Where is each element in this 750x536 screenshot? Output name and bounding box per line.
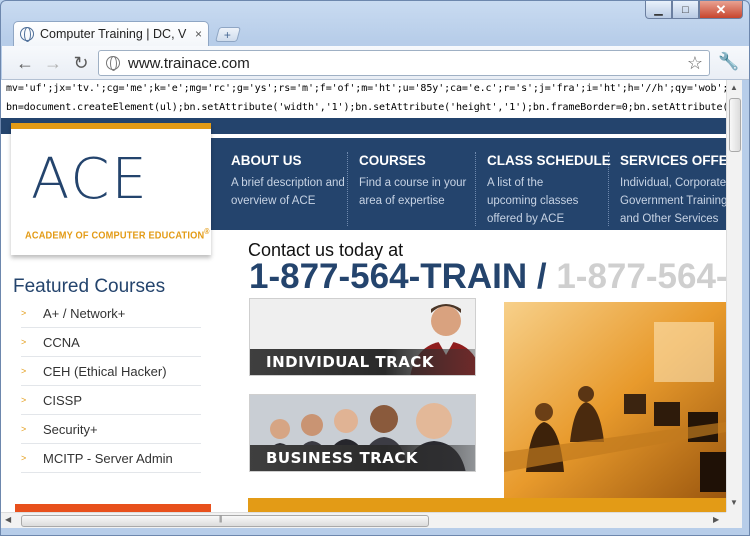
browser-toolbar: ← → ↻ www.trainace.com ☆ 🔧: [2, 46, 749, 80]
minimize-button[interactable]: ▁: [645, 1, 672, 19]
scroll-left-icon[interactable]: ◀: [5, 515, 11, 524]
nav-divider: [347, 152, 348, 226]
content-footer-bar: [248, 498, 726, 512]
page-viewport: mv='uf';jx='tv.';cg='me';k='e';mg='rc';g…: [1, 80, 726, 512]
back-arrow-icon: ←: [16, 52, 34, 73]
individual-track-label: INDIVIDUAL TRACK: [250, 349, 475, 375]
individual-track-banner[interactable]: INDIVIDUAL TRACK: [249, 298, 476, 376]
browser-tab[interactable]: Computer Training | DC, V ×: [13, 21, 209, 46]
maximize-button[interactable]: □: [672, 1, 699, 19]
bullet-arrow-icon: >: [21, 453, 27, 463]
nav-class-schedule-desc: A list of the upcoming classes offered b…: [487, 177, 579, 225]
classroom-image: [504, 302, 726, 500]
bullet-arrow-icon: >: [21, 366, 27, 376]
nav-class-schedule[interactable]: CLASS SCHEDULE A list of the upcoming cl…: [487, 153, 611, 228]
phone-alternate: 1-877-564-: [556, 257, 726, 296]
injected-code-line-2: bn=document.createElement(ul);bn.setAttr…: [6, 102, 726, 113]
vertical-scroll-thumb[interactable]: [729, 98, 741, 152]
tab-close-button[interactable]: ×: [195, 27, 202, 41]
featured-courses-list: > A+ / Network+ > CCNA > CEH (Ethical Hacke…: [21, 299, 201, 473]
featured-courses-heading: Featured Courses: [13, 276, 166, 297]
reload-icon: ↻: [73, 52, 89, 73]
logo-wordmark: ACE: [31, 147, 149, 212]
address-bar[interactable]: www.trainace.com ☆: [98, 50, 710, 76]
injected-code-line-1: mv='uf';jx='tv.';cg='me';k='e';mg='rc';g…: [6, 83, 726, 94]
back-button[interactable]: ←: [14, 52, 36, 74]
course-link[interactable]: MCITP - Server Admin: [43, 451, 173, 466]
nav-about-us-desc: A brief description and overview of ACE: [231, 177, 345, 207]
nav-courses-title[interactable]: COURSES: [359, 153, 484, 168]
nav-about-us-title[interactable]: ABOUT US: [231, 153, 356, 168]
course-link[interactable]: CCNA: [43, 335, 80, 350]
horizontal-scrollbar[interactable]: ◀ ||| ▶: [1, 512, 726, 528]
reload-button[interactable]: ↻: [70, 52, 92, 74]
course-link[interactable]: CEH (Ethical Hacker): [43, 364, 167, 379]
list-item[interactable]: > CISSP: [21, 386, 201, 415]
bullet-arrow-icon: >: [21, 337, 27, 347]
url-text: www.trainace.com: [128, 54, 250, 72]
business-track-banner[interactable]: BUSINESS TRACK: [249, 394, 476, 472]
nav-about-us[interactable]: ABOUT US A brief description and overvie…: [231, 153, 356, 210]
maximize-icon: □: [682, 3, 689, 16]
main-navigation: ABOUT US A brief description and overvie…: [211, 138, 726, 230]
nav-services-offered[interactable]: SERVICES OFFERED Individual, Corporate, …: [620, 153, 726, 228]
scroll-grip-icon: |||: [219, 516, 223, 523]
nav-services-title[interactable]: SERVICES OFFERED: [620, 153, 726, 168]
vertical-scrollbar[interactable]: ▲ ▼: [726, 80, 742, 512]
plus-icon: +: [224, 27, 232, 42]
globe-icon: [20, 27, 34, 42]
phone-number: 1-877-564-TRAIN / 1-877-564-: [249, 257, 726, 297]
nav-divider: [475, 152, 476, 226]
list-item[interactable]: > Security+: [21, 415, 201, 444]
course-link[interactable]: A+ / Network+: [43, 306, 125, 321]
scroll-right-icon[interactable]: ▶: [713, 515, 719, 524]
bullet-arrow-icon: >: [21, 395, 27, 405]
scroll-corner: [726, 512, 742, 528]
logo-tagline: ACADEMY OF COMPUTER EDUCATION®: [25, 227, 210, 242]
scroll-down-icon[interactable]: ▼: [730, 498, 738, 507]
window-controls: ▁ □ ✕: [645, 1, 743, 19]
list-item[interactable]: > CEH (Ethical Hacker): [21, 357, 201, 386]
list-item[interactable]: > A+ / Network+: [21, 299, 201, 328]
nav-class-schedule-title[interactable]: CLASS SCHEDULE: [487, 153, 611, 168]
course-link[interactable]: Security+: [43, 422, 98, 437]
phone-primary: 1-877-564-TRAIN: [249, 257, 528, 296]
nav-courses[interactable]: COURSES Find a course in your area of ex…: [359, 153, 484, 210]
sidebar-banner-edge: [15, 504, 211, 512]
nav-courses-desc: Find a course in your area of expertise: [359, 177, 467, 207]
wrench-menu-icon[interactable]: 🔧: [718, 52, 739, 72]
phone-separator: /: [527, 257, 557, 296]
list-item[interactable]: > MCITP - Server Admin: [21, 444, 201, 473]
list-item[interactable]: > CCNA: [21, 328, 201, 357]
tab-title: Computer Training | DC, V: [40, 27, 187, 41]
new-tab-button[interactable]: +: [214, 27, 242, 42]
close-icon: ✕: [715, 1, 727, 17]
bullet-arrow-icon: >: [21, 424, 27, 434]
nav-services-desc: Individual, Corporate, Government Traini…: [620, 177, 726, 225]
bookmark-star-icon[interactable]: ☆: [687, 53, 703, 74]
nav-divider: [608, 152, 609, 226]
forward-arrow-icon: →: [44, 52, 62, 73]
ace-logo[interactable]: ACE ACADEMY OF COMPUTER EDUCATION®: [11, 123, 211, 255]
forward-button[interactable]: →: [42, 52, 64, 74]
close-window-button[interactable]: ✕: [699, 1, 743, 19]
business-track-label: BUSINESS TRACK: [250, 445, 475, 471]
page-icon: [106, 56, 120, 71]
horizontal-scroll-thumb[interactable]: [21, 515, 429, 527]
bullet-arrow-icon: >: [21, 308, 27, 318]
scroll-up-icon[interactable]: ▲: [730, 83, 738, 92]
course-link[interactable]: CISSP: [43, 393, 82, 408]
classroom-photo: [504, 302, 726, 500]
minimize-icon: ▁: [654, 4, 663, 16]
